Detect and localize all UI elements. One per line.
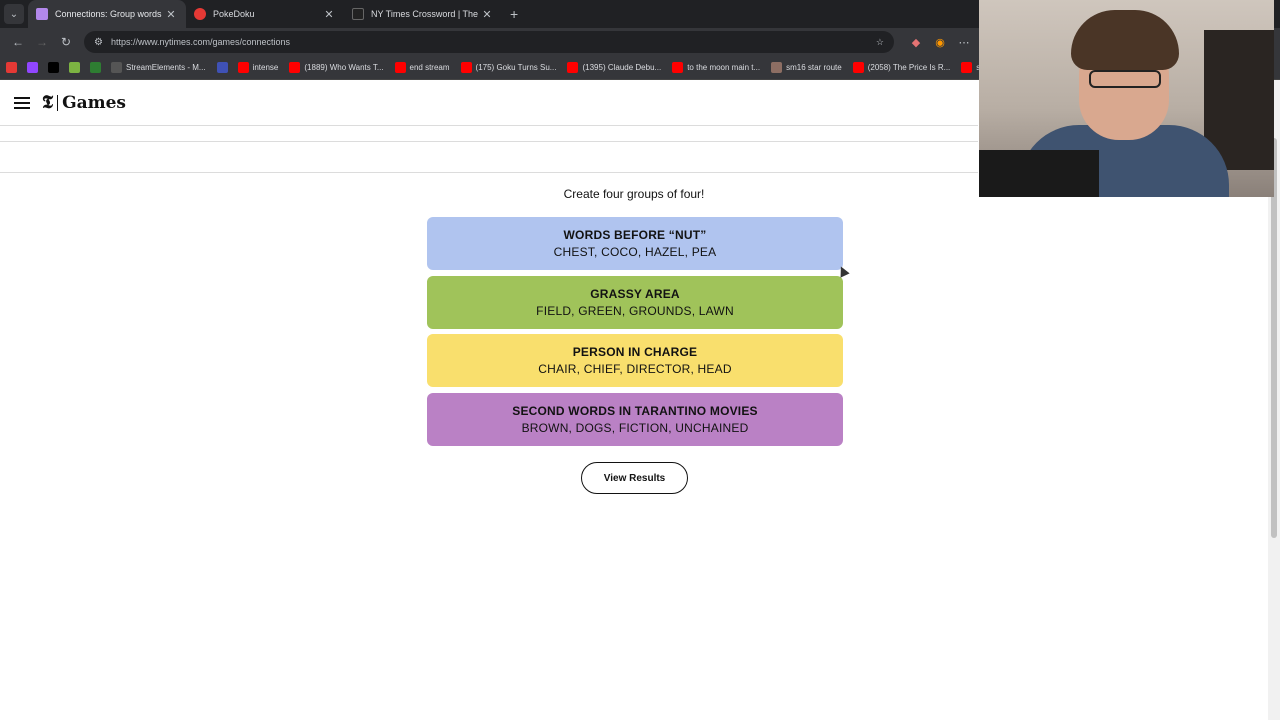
bookmark-item[interactable]: (2058) The Price Is R... [852, 62, 951, 73]
extension-icon[interactable]: ◆ [904, 36, 928, 49]
bookmark-favicon-icon [216, 62, 228, 73]
bookmark-favicon-icon [394, 62, 406, 73]
bookmark-favicon-icon [852, 62, 864, 73]
bookmark-favicon-icon [567, 62, 579, 73]
group-words: CHEST, COCO, HAZEL, PEA [553, 245, 717, 259]
bookmark-item[interactable]: (175) Goku Turns Su... [460, 62, 557, 73]
nyt-favicon-icon [352, 8, 364, 20]
bookmark-item[interactable]: sm16 star route [771, 62, 842, 73]
bookmark-favicon-icon [48, 62, 59, 73]
bookmark-label: (2058) The Price Is R... [867, 63, 951, 72]
tab-search-icon[interactable]: ⌄ [4, 4, 24, 24]
site-info-icon[interactable]: ⚙ [94, 37, 103, 48]
bookmark-favicon-icon [672, 62, 684, 73]
bookmark-item[interactable] [6, 62, 21, 73]
nyt-games-logo[interactable]: 𝕿 Games [42, 92, 126, 113]
bookmark-item[interactable] [90, 62, 105, 73]
webcam-glasses [1089, 70, 1161, 88]
url-text: https://www.nytimes.com/games/connection… [110, 37, 291, 47]
bookmark-item[interactable] [27, 62, 42, 73]
tab-connections[interactable]: Connections: Group words by t ✕ [28, 0, 186, 28]
group-category: GRASSY AREA [590, 287, 680, 301]
bookmark-item[interactable]: intense [237, 62, 279, 73]
close-tab-icon[interactable]: ✕ [164, 8, 178, 21]
scrollbar-thumb[interactable] [1271, 138, 1277, 538]
group-words: CHAIR, CHIEF, DIRECTOR, HEAD [538, 362, 732, 376]
bookmark-label: (175) Goku Turns Su... [475, 63, 557, 72]
solved-group-3: PERSON IN CHARGE CHAIR, CHIEF, DIRECTOR,… [427, 334, 843, 387]
bookmark-favicon-icon [69, 62, 80, 73]
bookmark-favicon-icon [237, 62, 249, 73]
bookmark-item[interactable]: (1395) Claude Debu... [567, 62, 661, 73]
solved-group-4: SECOND WORDS IN TARANTINO MOVIES BROWN, … [427, 393, 843, 446]
bookmark-favicon-icon [460, 62, 472, 73]
close-tab-icon[interactable]: ✕ [322, 8, 336, 21]
group-category: SECOND WORDS IN TARANTINO MOVIES [512, 404, 758, 418]
webcam-overlay [979, 0, 1274, 197]
bookmark-label: (1395) Claude Debu... [582, 63, 662, 72]
group-words: BROWN, DOGS, FICTION, UNCHAINED [521, 421, 749, 435]
group-category: WORDS BEFORE “NUT” [563, 228, 707, 242]
hamburger-menu-icon[interactable] [14, 94, 30, 112]
bookmark-item[interactable]: to the moon main t... [672, 62, 760, 73]
reload-icon[interactable]: ↻ [54, 35, 78, 49]
logo-divider [57, 94, 59, 111]
bookmark-favicon-icon [961, 62, 973, 73]
bookmark-item[interactable] [216, 62, 232, 73]
bookmark-favicon-icon [6, 62, 17, 73]
webcam-person-hair [1071, 10, 1179, 70]
view-results-button[interactable]: View Results [581, 462, 688, 494]
bookmark-item[interactable] [69, 62, 84, 73]
bookmark-favicon-icon [111, 62, 122, 73]
connections-favicon-icon [36, 8, 48, 20]
nyt-t-logo-icon: 𝕿 [42, 92, 54, 113]
bookmark-label: sm16 star route [786, 63, 842, 72]
bookmark-label: StreamElements - M... [126, 63, 206, 72]
bookmark-item[interactable]: end stream [394, 62, 450, 73]
group-category: PERSON IN CHARGE [572, 345, 698, 359]
bookmark-item[interactable]: (1889) Who Wants T... [289, 62, 384, 73]
bookmark-favicon-icon [289, 62, 301, 73]
games-wordmark: Games [62, 92, 126, 113]
game-toolbar [0, 141, 978, 173]
bookmark-favicon-icon [27, 62, 38, 73]
solved-group-2: GRASSY AREA FIELD, GREEN, GROUNDS, LAWN [427, 276, 843, 329]
tab-crossword[interactable]: NY Times Crossword | The Seat ✕ [344, 0, 502, 28]
forward-icon[interactable]: → [30, 35, 54, 49]
bookmark-star-icon[interactable]: ☆ [876, 37, 884, 48]
bookmark-label: end stream [409, 63, 450, 72]
pokeball-favicon-icon [194, 8, 206, 20]
bookmark-item[interactable]: StreamElements - M... [111, 62, 206, 73]
close-tab-icon[interactable]: ✕ [480, 8, 494, 21]
bookmark-item[interactable] [48, 62, 63, 73]
bookmark-label: intense [252, 63, 279, 72]
tab-pokedoku[interactable]: PokeDoku ✕ [186, 0, 344, 28]
bookmark-label: (1889) Who Wants T... [304, 63, 384, 72]
solved-group-1: WORDS BEFORE “NUT” CHEST, COCO, HAZEL, P… [427, 217, 843, 270]
address-bar[interactable]: ⚙ https://www.nytimes.com/games/connecti… [84, 31, 894, 53]
tab-title: Connections: Group words by t [55, 9, 164, 19]
bookmark-favicon-icon [771, 62, 783, 73]
bookmark-label: to the moon main t... [687, 63, 761, 72]
group-words: FIELD, GREEN, GROUNDS, LAWN [536, 304, 734, 318]
bookmark-favicon-icon [90, 62, 101, 73]
tab-title: PokeDoku [213, 9, 255, 19]
tab-title: NY Times Crossword | The Seat [371, 9, 480, 19]
site-header: 𝕿 Games [0, 80, 978, 126]
new-tab-button[interactable]: + [510, 6, 518, 22]
webcam-microphone [979, 150, 1099, 197]
extension-icon[interactable]: ◉ [928, 36, 952, 49]
menu-icon[interactable]: ⋯ [952, 36, 976, 49]
back-icon[interactable]: ← [6, 35, 30, 49]
